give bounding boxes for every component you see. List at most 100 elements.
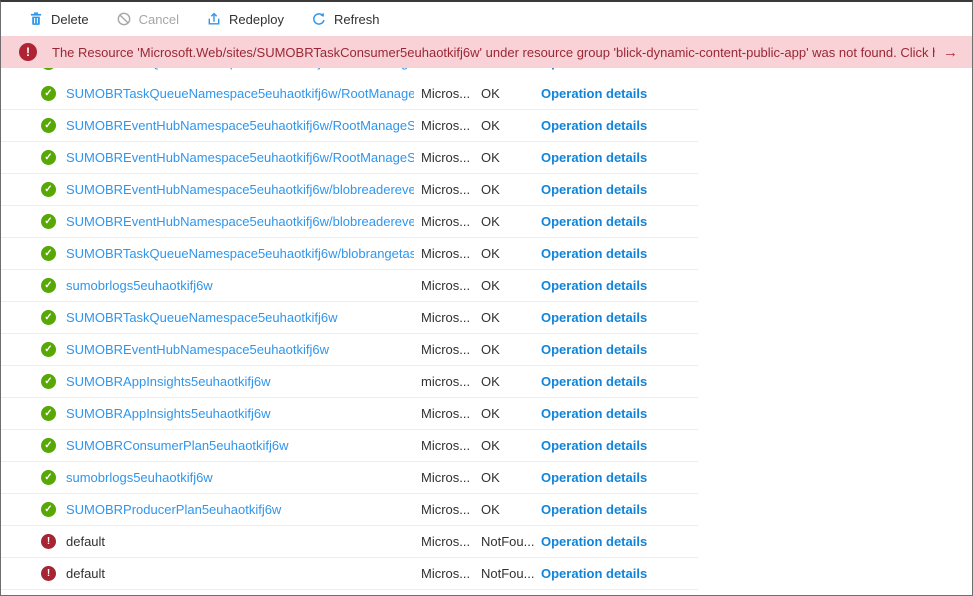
resource-type: Micros...	[421, 68, 477, 70]
delete-button[interactable]: Delete	[28, 11, 89, 27]
success-icon: ✓	[41, 68, 56, 70]
status-code: OK	[481, 86, 537, 101]
success-icon: ✓	[41, 374, 56, 389]
table-row[interactable]: ✓ SUMOBRAppInsights5euhaotkifj6w Micros.…	[1, 398, 698, 430]
status-code: OK	[481, 278, 537, 293]
refresh-button[interactable]: Refresh	[311, 11, 380, 27]
status-code: OK	[481, 342, 537, 357]
delete-button-label: Delete	[51, 12, 89, 27]
resource-name-link[interactable]: SUMOBRTaskQueueNamespace5euhaotkifj6w/bl…	[66, 246, 414, 261]
status-code: OK	[481, 310, 537, 325]
resource-name-link[interactable]: SUMOBRTaskQueueNamespace5euhaotkifj6w/Ro…	[66, 86, 414, 101]
operation-details-link[interactable]: Operation details	[541, 310, 647, 325]
table-row[interactable]: ✓ SUMOBRTaskQueueNamespace5euhaotkifj6w …	[1, 302, 698, 334]
error-icon: !	[41, 566, 56, 581]
status-code: NotFou...	[481, 566, 537, 581]
resource-type: Micros...	[421, 342, 477, 357]
status-code: OK	[481, 246, 537, 261]
table-row[interactable]: ✓ SUMOBREventHubNamespace5euhaotkifj6w/R…	[1, 142, 698, 174]
table-row[interactable]: ✓ sumobrlogs5euhaotkifj6w Micros... OK O…	[1, 462, 698, 494]
table-row[interactable]: ✓ SUMOBRProducerPlan5euhaotkifj6w Micros…	[1, 494, 698, 526]
resource-name-link[interactable]: SUMOBREventHubNamespace5euhaotkifj6w/Roo…	[66, 150, 414, 165]
operation-details-link[interactable]: Operation details	[541, 374, 647, 389]
resource-type: Micros...	[421, 214, 477, 229]
resource-name-link[interactable]: SUMOBRConsumerPlan5euhaotkifj6w	[66, 438, 414, 453]
error-banner-message: The Resource 'Microsoft.Web/sites/SUMOBR…	[52, 45, 935, 60]
resource-name-link[interactable]: sumobrlogs5euhaotkifj6w	[66, 278, 414, 293]
resource-name-link[interactable]: SUMOBREventHubNamespace5euhaotkifj6w	[66, 342, 414, 357]
table-row[interactable]: ✓ SUMOBRConsumerPlan5euhaotkifj6w Micros…	[1, 430, 698, 462]
resource-type: Micros...	[421, 438, 477, 453]
error-icon: !	[41, 534, 56, 549]
status-code: OK	[481, 502, 537, 517]
status-code: OK	[481, 182, 537, 197]
resource-name: default	[66, 566, 414, 581]
resource-type: Micros...	[421, 566, 477, 581]
success-icon: ✓	[41, 438, 56, 453]
deployment-table: ✓ SUMOBRTaskQueueNamespace5euhaotkifj6w/…	[1, 78, 972, 590]
resource-name-link[interactable]: SUMOBRTaskQueueNamespace5euhaotkifj6w	[66, 310, 414, 325]
success-icon: ✓	[41, 278, 56, 293]
operation-details-link[interactable]: Operation details	[541, 68, 647, 70]
success-icon: ✓	[41, 406, 56, 421]
resource-type: Micros...	[421, 246, 477, 261]
resource-name-link[interactable]: SUMOBRProducerPlan5euhaotkifj6w	[66, 502, 414, 517]
resource-type: Micros...	[421, 534, 477, 549]
clipped-table-row: ✓ SUMOBRTaskQueueNamespace5euhaotkifj6w/…	[1, 68, 972, 78]
operation-details-link[interactable]: Operation details	[541, 470, 647, 485]
cancel-button[interactable]: Cancel	[116, 11, 179, 27]
table-row[interactable]: ✓ SUMOBREventHubNamespace5euhaotkifj6w/b…	[1, 206, 698, 238]
deployment-window: Delete Cancel Redeploy	[0, 0, 973, 596]
cancel-icon	[116, 11, 132, 27]
redeploy-button[interactable]: Redeploy	[206, 11, 284, 27]
operation-details-link[interactable]: Operation details	[541, 438, 647, 453]
table-row[interactable]: ✓ SUMOBRAppInsights5euhaotkifj6w micros.…	[1, 366, 698, 398]
resource-name-link[interactable]: SUMOBREventHubNamespace5euhaotkifj6w/blo…	[66, 214, 414, 229]
success-icon: ✓	[41, 150, 56, 165]
table-row[interactable]: ✓ SUMOBREventHubNamespace5euhaotkifj6w/R…	[1, 110, 698, 142]
table-row[interactable]: ✓ SUMOBRTaskQueueNamespace5euhaotkifj6w/…	[1, 68, 698, 78]
redeploy-button-label: Redeploy	[229, 12, 284, 27]
operation-details-link[interactable]: Operation details	[541, 246, 647, 261]
resource-type: Micros...	[421, 502, 477, 517]
resource-name-link[interactable]: SUMOBRTaskQueueNamespace5euhaotkifj6w/Ro…	[66, 68, 414, 70]
resource-type: Micros...	[421, 182, 477, 197]
success-icon: ✓	[41, 310, 56, 325]
resource-name-link[interactable]: SUMOBRAppInsights5euhaotkifj6w	[66, 374, 414, 389]
resource-name-link[interactable]: SUMOBREventHubNamespace5euhaotkifj6w/Roo…	[66, 118, 414, 133]
success-icon: ✓	[41, 470, 56, 485]
resource-name-link[interactable]: SUMOBRAppInsights5euhaotkifj6w	[66, 406, 414, 421]
operation-details-link[interactable]: Operation details	[541, 342, 647, 357]
status-code: OK	[481, 374, 537, 389]
command-bar: Delete Cancel Redeploy	[1, 2, 972, 36]
operation-details-link[interactable]: Operation details	[541, 534, 647, 549]
resource-name-link[interactable]: SUMOBREventHubNamespace5euhaotkifj6w/blo…	[66, 182, 414, 197]
operation-details-link[interactable]: Operation details	[541, 214, 647, 229]
table-row[interactable]: ✓ SUMOBRTaskQueueNamespace5euhaotkifj6w/…	[1, 238, 698, 270]
table-row[interactable]: ! default Micros... NotFou... Operation …	[1, 526, 698, 558]
success-icon: ✓	[41, 182, 56, 197]
table-row[interactable]: ✓ SUMOBREventHubNamespace5euhaotkifj6w M…	[1, 334, 698, 366]
operation-details-link[interactable]: Operation details	[541, 118, 647, 133]
refresh-icon	[311, 11, 327, 27]
table-row[interactable]: ✓ SUMOBREventHubNamespace5euhaotkifj6w/b…	[1, 174, 698, 206]
success-icon: ✓	[41, 342, 56, 357]
operation-details-link[interactable]: Operation details	[541, 278, 647, 293]
error-icon: !	[19, 43, 37, 61]
resource-name-link[interactable]: sumobrlogs5euhaotkifj6w	[66, 470, 414, 485]
refresh-button-label: Refresh	[334, 12, 380, 27]
resource-type: Micros...	[421, 86, 477, 101]
status-code: OK	[481, 406, 537, 421]
error-banner[interactable]: ! The Resource 'Microsoft.Web/sites/SUMO…	[1, 36, 972, 68]
operation-details-link[interactable]: Operation details	[541, 502, 647, 517]
operation-details-link[interactable]: Operation details	[541, 86, 647, 101]
operation-details-link[interactable]: Operation details	[541, 182, 647, 197]
operation-details-link[interactable]: Operation details	[541, 150, 647, 165]
operation-details-link[interactable]: Operation details	[541, 406, 647, 421]
status-code: OK	[481, 118, 537, 133]
operation-details-link[interactable]: Operation details	[541, 566, 647, 581]
status-code: NotFou...	[481, 534, 537, 549]
table-row[interactable]: ✓ SUMOBRTaskQueueNamespace5euhaotkifj6w/…	[1, 78, 698, 110]
table-row[interactable]: ✓ sumobrlogs5euhaotkifj6w Micros... OK O…	[1, 270, 698, 302]
table-row[interactable]: ! default Micros... NotFou... Operation …	[1, 558, 698, 590]
